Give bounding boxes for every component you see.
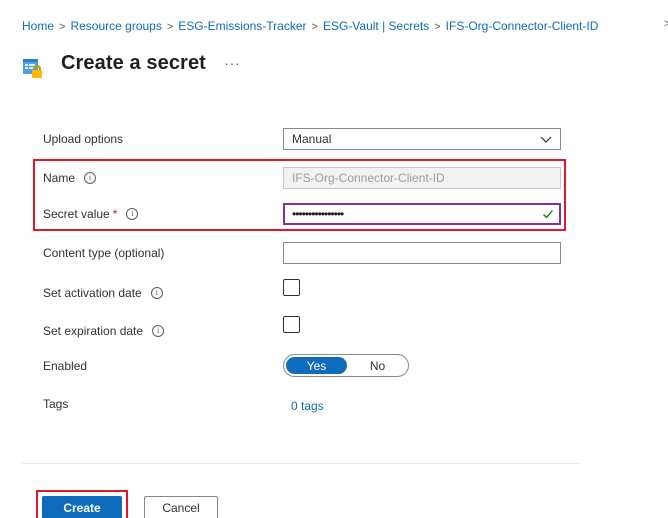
checkmark-icon: [543, 210, 553, 219]
upload-options-select[interactable]: Manual: [283, 128, 561, 150]
name-field-value: IFS-Org-Connector-Client-ID: [292, 171, 445, 185]
expiration-date-label-text: Set expiration date: [43, 324, 144, 338]
footer-divider: [22, 463, 580, 464]
info-icon[interactable]: i: [84, 172, 97, 184]
chevron-down-icon: [540, 136, 552, 143]
breadcrumb-overflow-chevron-icon: >: [664, 18, 668, 30]
secret-value-label-text: Secret value: [43, 207, 110, 221]
secret-value-masked: ••••••••••••••••: [292, 207, 344, 221]
activation-date-label-text: Set activation date: [43, 286, 142, 300]
breadcrumb-resource-group[interactable]: ESG-Emissions-Tracker: [178, 19, 306, 33]
activation-date-checkbox[interactable]: [283, 279, 300, 296]
breadcrumb-home[interactable]: Home: [22, 19, 54, 33]
tags-label: Tags: [43, 396, 68, 412]
breadcrumb-separator: >: [59, 21, 66, 33]
more-options-button[interactable]: ···: [224, 55, 241, 71]
enabled-no-option[interactable]: No: [347, 355, 408, 376]
page-header: Create a secret ···: [22, 45, 241, 81]
enabled-label: Enabled: [43, 358, 87, 374]
breadcrumb-vault-secrets[interactable]: ESG-Vault | Secrets: [323, 19, 429, 33]
breadcrumb-separator: >: [166, 21, 174, 33]
breadcrumb-secret[interactable]: IFS-Org-Connector-Client-ID: [446, 19, 599, 33]
activation-date-label: Set activation date i: [43, 285, 163, 301]
create-secret-page: Home > Resource groups > ESG-Emissions-Track…: [0, 0, 668, 518]
content-type-field[interactable]: [283, 242, 561, 264]
tags-label-text: Tags: [43, 397, 69, 411]
info-icon[interactable]: i: [126, 208, 139, 220]
enabled-toggle[interactable]: Yes No: [283, 354, 409, 377]
required-marker: *: [112, 207, 118, 221]
key-vault-secret-icon: [22, 56, 44, 78]
secret-value-label: Secret value * i: [43, 206, 139, 222]
create-button[interactable]: Create: [42, 496, 122, 518]
info-icon[interactable]: i: [152, 325, 165, 337]
content-type-label: Content type (optional): [43, 245, 164, 261]
tags-link[interactable]: 0 tags: [291, 399, 324, 413]
info-icon[interactable]: i: [150, 287, 163, 299]
secret-value-field[interactable]: ••••••••••••••••: [283, 203, 561, 225]
expiration-date-checkbox[interactable]: [283, 316, 300, 333]
enabled-label-text: Enabled: [43, 359, 88, 373]
expiration-date-label: Set expiration date i: [43, 323, 165, 339]
upload-options-label: Upload options: [43, 131, 123, 147]
page-title: Create a secret: [61, 51, 206, 74]
content-type-label-text: Content type (optional): [43, 246, 165, 260]
breadcrumb-resource-groups[interactable]: Resource groups: [70, 19, 161, 33]
enabled-yes-option[interactable]: Yes: [286, 357, 347, 374]
name-field[interactable]: IFS-Org-Connector-Client-ID: [283, 167, 561, 189]
upload-options-value: Manual: [292, 132, 332, 146]
breadcrumb-separator: >: [311, 21, 318, 33]
name-label: Name i: [43, 170, 97, 186]
breadcrumb-separator: >: [434, 21, 441, 33]
breadcrumb: Home > Resource groups > ESG-Emissions-Track…: [22, 18, 598, 35]
cancel-button[interactable]: Cancel: [144, 496, 218, 518]
upload-options-label-text: Upload options: [43, 132, 124, 146]
name-label-text: Name: [43, 171, 76, 185]
